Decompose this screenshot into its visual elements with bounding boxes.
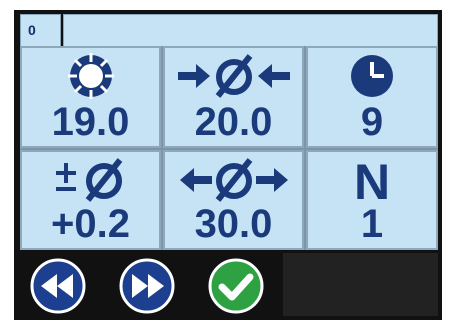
- header-bar: [63, 14, 438, 47]
- fast-forward-icon: [119, 258, 175, 314]
- count-value: 1: [360, 202, 384, 246]
- rewind-icon: [30, 258, 86, 314]
- timer-value: 9: [360, 100, 384, 144]
- diameter-inward-arrows-icon: [165, 54, 302, 98]
- tolerance-value: +0.2: [51, 202, 130, 246]
- bottom-toolbar: [20, 253, 438, 316]
- outer-diameter-value: 30.0: [194, 202, 273, 246]
- id-field[interactable]: 0: [20, 14, 61, 47]
- sun-icon: [22, 53, 159, 99]
- device-screen: 0 19.0 20.0 9 +0.2 30.0 N 1: [14, 10, 442, 320]
- cell-tolerance[interactable]: +0.2: [20, 150, 161, 250]
- rewind-button[interactable]: [30, 258, 86, 314]
- brightness-value: 19.0: [51, 100, 130, 144]
- cell-outer-diameter[interactable]: 30.0: [163, 150, 304, 250]
- empty-tray: [283, 253, 438, 316]
- confirm-button[interactable]: [208, 258, 264, 314]
- parameter-grid: 19.0 20.0 9 +0.2 30.0 N 1: [20, 46, 438, 250]
- diameter-outward-arrows-icon: [165, 158, 302, 202]
- cell-inner-diameter[interactable]: 20.0: [163, 46, 304, 148]
- clock-icon: [308, 54, 436, 98]
- cell-count[interactable]: N 1: [306, 150, 438, 250]
- cell-timer[interactable]: 9: [306, 46, 438, 148]
- fast-forward-button[interactable]: [119, 258, 175, 314]
- inner-diameter-value: 20.0: [194, 100, 273, 144]
- plus-minus-diameter-icon: [22, 158, 159, 202]
- check-icon: [208, 258, 264, 314]
- cell-brightness[interactable]: 19.0: [20, 46, 161, 148]
